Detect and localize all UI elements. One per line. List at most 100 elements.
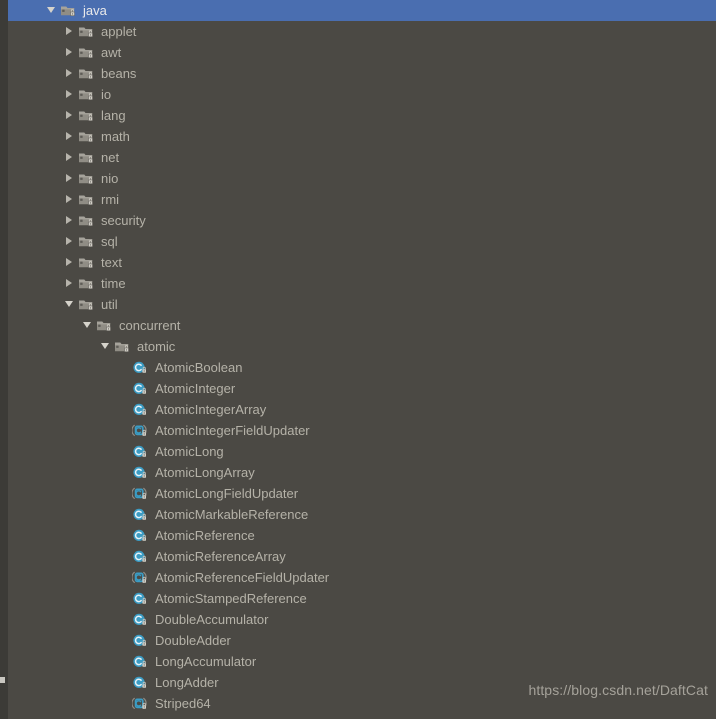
chevron-down-icon[interactable] — [80, 315, 96, 336]
package-icon — [78, 171, 96, 187]
chevron-right-icon[interactable] — [62, 231, 78, 252]
tree-row-label: math — [101, 129, 130, 144]
chevron-right-icon[interactable] — [62, 189, 78, 210]
class-icon — [132, 465, 150, 481]
tree-row[interactable]: beans — [8, 63, 716, 84]
chevron-right-icon[interactable] — [62, 126, 78, 147]
package-icon — [78, 276, 96, 292]
tree-row[interactable]: concurrent — [8, 315, 716, 336]
tree-row[interactable]: DoubleAdder — [8, 630, 716, 651]
chevron-right-icon[interactable] — [62, 210, 78, 231]
chevron-right-icon[interactable] — [62, 21, 78, 42]
gutter-marker — [0, 677, 5, 683]
chevron-down-icon[interactable] — [44, 0, 60, 21]
tree-row-label: rmi — [101, 192, 120, 207]
tree-row[interactable]: AtomicReferenceFieldUpdater — [8, 567, 716, 588]
tree-row[interactable]: AtomicIntegerArray — [8, 399, 716, 420]
package-icon — [78, 24, 96, 40]
chevron-right-icon[interactable] — [62, 147, 78, 168]
chevron-right-icon[interactable] — [62, 63, 78, 84]
tree-row[interactable]: AtomicMarkableReference — [8, 504, 716, 525]
tree-row[interactable]: AtomicReferenceArray — [8, 546, 716, 567]
package-icon — [78, 234, 96, 250]
package-icon — [78, 213, 96, 229]
tree-row[interactable]: LongAccumulator — [8, 651, 716, 672]
class-icon — [132, 591, 150, 607]
tree-row[interactable]: nio — [8, 168, 716, 189]
watermark-text: https://blog.csdn.net/DaftCat — [528, 682, 708, 698]
tree-row-label: AtomicLong — [155, 444, 224, 459]
toggle-placeholder — [116, 525, 132, 546]
tree-row[interactable]: rmi — [8, 189, 716, 210]
tree-row-label: AtomicIntegerFieldUpdater — [155, 423, 310, 438]
class-icon — [132, 528, 150, 544]
tree-row[interactable]: io — [8, 84, 716, 105]
class-icon — [132, 633, 150, 649]
tree-row-label: Striped64 — [155, 696, 211, 711]
class-icon — [132, 444, 150, 460]
tree-row[interactable]: AtomicLong — [8, 441, 716, 462]
package-tree[interactable]: java applet awt beans io lang math net nio rmi sec… — [8, 0, 716, 719]
tree-row[interactable]: security — [8, 210, 716, 231]
tree-row[interactable]: AtomicReference — [8, 525, 716, 546]
tree-row-label: LongAdder — [155, 675, 219, 690]
abstract-class-icon — [132, 423, 150, 439]
chevron-right-icon[interactable] — [62, 273, 78, 294]
toggle-placeholder — [116, 441, 132, 462]
toggle-placeholder — [116, 462, 132, 483]
tree-row[interactable]: AtomicLongArray — [8, 462, 716, 483]
class-icon — [132, 381, 150, 397]
chevron-down-icon[interactable] — [98, 336, 114, 357]
toggle-placeholder — [116, 588, 132, 609]
chevron-down-icon[interactable] — [62, 294, 78, 315]
chevron-right-icon[interactable] — [62, 42, 78, 63]
tree-row[interactable]: DoubleAccumulator — [8, 609, 716, 630]
tree-row[interactable]: AtomicIntegerFieldUpdater — [8, 420, 716, 441]
toggle-placeholder — [116, 399, 132, 420]
tree-row[interactable]: net — [8, 147, 716, 168]
tree-row[interactable]: time — [8, 273, 716, 294]
tree-row[interactable]: text — [8, 252, 716, 273]
toggle-placeholder — [116, 483, 132, 504]
tree-row[interactable]: awt — [8, 42, 716, 63]
tree-row-label: lang — [101, 108, 126, 123]
tree-row[interactable]: sql — [8, 231, 716, 252]
toggle-placeholder — [116, 651, 132, 672]
package-icon — [78, 108, 96, 124]
package-icon — [78, 66, 96, 82]
tree-row-label: java — [83, 3, 107, 18]
tree-row[interactable]: AtomicBoolean — [8, 357, 716, 378]
package-icon — [78, 87, 96, 103]
tree-row-label: AtomicMarkableReference — [155, 507, 309, 522]
tree-row[interactable]: java — [8, 0, 716, 21]
tree-row[interactable]: AtomicStampedReference — [8, 588, 716, 609]
tree-row-label: net — [101, 150, 120, 165]
tree-row[interactable]: AtomicLongFieldUpdater — [8, 483, 716, 504]
tree-row[interactable]: lang — [8, 105, 716, 126]
package-icon — [78, 129, 96, 145]
package-icon — [78, 150, 96, 166]
package-icon — [78, 192, 96, 208]
tree-row-label: nio — [101, 171, 119, 186]
tree-row-label: util — [101, 297, 118, 312]
tree-row-label: text — [101, 255, 122, 270]
chevron-right-icon[interactable] — [62, 84, 78, 105]
tree-row[interactable]: applet — [8, 21, 716, 42]
toggle-placeholder — [116, 567, 132, 588]
chevron-right-icon[interactable] — [62, 105, 78, 126]
tree-row-label: AtomicStampedReference — [155, 591, 307, 606]
toggle-placeholder — [116, 672, 132, 693]
class-icon — [132, 612, 150, 628]
tree-row-label: AtomicReferenceFieldUpdater — [155, 570, 330, 585]
toggle-placeholder — [116, 378, 132, 399]
tree-row[interactable]: math — [8, 126, 716, 147]
chevron-right-icon[interactable] — [62, 252, 78, 273]
tree-row[interactable]: util — [8, 294, 716, 315]
package-icon — [78, 45, 96, 61]
tree-row[interactable]: AtomicInteger — [8, 378, 716, 399]
chevron-right-icon[interactable] — [62, 168, 78, 189]
tree-row-label: DoubleAccumulator — [155, 612, 269, 627]
tree-row-label: time — [101, 276, 126, 291]
tree-row[interactable]: atomic — [8, 336, 716, 357]
toggle-placeholder — [116, 420, 132, 441]
